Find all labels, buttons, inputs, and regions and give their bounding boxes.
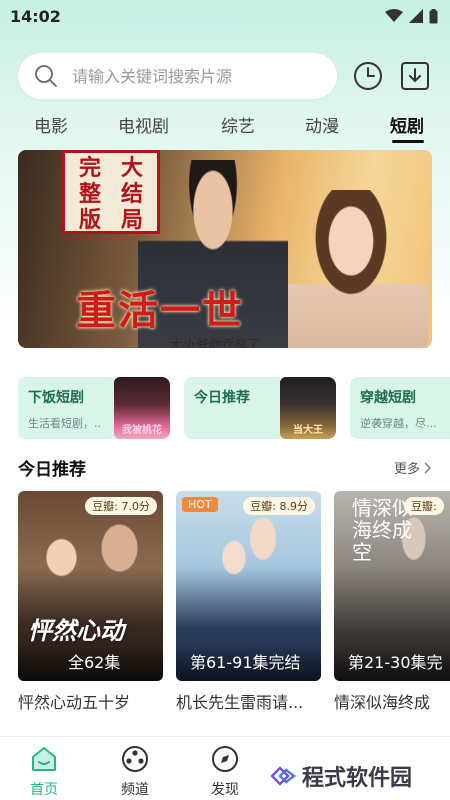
poster-overlay-title: 情深似海终成空 [352,496,412,564]
section-header: 今日推荐 更多 [18,455,432,480]
category-desc: 生活看短剧，.. [28,417,101,430]
tab-movie[interactable]: 电影 [34,112,68,137]
poster-overlay-title: 怦然心动 [28,616,124,645]
score-badge: 豆瓣: 7.0分 [85,497,157,515]
nav-label: 首页 [30,782,58,798]
hero-banner[interactable]: 完 整 版 大 结 局 重活一世 大小爷他乔疯了 [18,150,432,348]
category-title: 今日推荐 [194,390,250,406]
category-card-time-travel[interactable]: 穿越短剧 逆袭穿越，尽... [350,377,450,439]
nav-label: 频道 [121,782,149,798]
watermark: 程式软件园 [270,760,412,792]
poster-card[interactable]: HOT 豆瓣: 8.9分 第61-91集完结 机长先生雷雨请... [176,491,321,713]
chevron-right-icon [424,461,432,474]
nav-discover[interactable]: 发现 [195,745,255,799]
status-time: 14:02 [10,6,61,26]
nav-channel[interactable]: 频道 [105,745,165,799]
status-bar: 14:02 [0,0,450,32]
seal-char: 版 [78,207,101,233]
episode-count: 全62集 [68,653,121,672]
download-button[interactable] [399,60,431,92]
banner-seal: 完 整 版 大 结 局 [62,150,160,234]
watermark-logo-icon [270,766,296,786]
seal-char: 大 [120,155,143,181]
poster-card[interactable]: 豆瓣: 7.0分 怦然心动 全62集 怦然心动五十岁 [18,491,163,713]
category-thumbnail: 我被桃花 [114,377,170,439]
search-box[interactable] [18,53,337,99]
search-input[interactable] [72,66,312,86]
poster-caption: 全62集 [18,645,163,681]
nav-home[interactable]: 首页 [14,745,74,799]
clock-icon [354,62,382,90]
banner-subtitle: 大小爷他乔疯了 [168,338,260,348]
episode-count: 第61-91集完结 [190,653,301,672]
category-card-today[interactable]: 今日推荐 当大王 [184,377,336,439]
signal-icon [409,9,423,23]
poster-caption: 第21-30集完 [334,645,450,681]
hot-badge: HOT [182,497,218,512]
film-reel-icon [122,746,148,772]
watermark-text: 程式软件园 [302,766,413,791]
category-thumbnail: 当大王 [280,377,336,439]
category-title: 穿越短剧 [360,390,416,406]
history-button[interactable] [352,60,384,92]
category-desc: 逆袭穿越，尽... [360,417,437,430]
section-title: 今日推荐 [18,460,86,480]
thumbnail-title: 我被桃花 [122,425,162,436]
tab-variety[interactable]: 综艺 [221,112,255,137]
poster-image: 豆瓣: 7.0分 怦然心动 全62集 [18,491,163,681]
seal-char: 完 [78,155,101,181]
tab-anime[interactable]: 动漫 [305,112,339,137]
score-badge: 豆瓣: [404,497,444,515]
poster-caption: 第61-91集完结 [176,645,321,681]
battery-icon [429,8,438,23]
poster-title: 机长先生雷雨请... [176,693,304,712]
nav-label: 发现 [211,782,239,798]
poster-title: 怦然心动五十岁 [18,693,131,712]
category-cards: 下饭短剧 生活看短剧，.. 我被桃花 今日推荐 当大王 穿越短剧 逆袭穿越，尽.… [18,377,450,439]
poster-image: HOT 豆瓣: 8.9分 第61-91集完结 [176,491,321,681]
banner-title: 重活一世 [76,287,244,334]
poster-image: 情深似海终成空 豆瓣: 第21-30集完 [334,491,450,681]
seal-char: 结 [120,181,143,207]
search-icon [35,65,57,87]
search-row [18,53,438,99]
category-title: 下饭短剧 [28,390,84,406]
tab-tv[interactable]: 电视剧 [118,112,169,137]
episode-count: 第21-30集完 [348,653,443,672]
banner-actress-image [288,190,428,348]
thumbnail-title: 当大王 [293,425,323,436]
category-card-meal[interactable]: 下饭短剧 生活看短剧，.. 我被桃花 [18,377,170,439]
seal-char: 局 [120,207,143,233]
tab-short-drama[interactable]: 短剧 [390,112,424,137]
wifi-icon [385,9,403,22]
more-label: 更多 [393,462,420,477]
seal-char: 整 [78,181,101,207]
status-icons [385,8,438,24]
category-tabs: 电影 电视剧 综艺 动漫 短剧 [0,112,450,146]
poster-title: 情深似海终成 [334,693,431,712]
home-icon [32,747,56,771]
recommend-list: 豆瓣: 7.0分 怦然心动 全62集 怦然心动五十岁 HOT 豆瓣: 8.9分 … [18,491,450,721]
tab-active-indicator [392,140,424,143]
score-badge: 豆瓣: 8.9分 [243,497,315,515]
poster-card[interactable]: 情深似海终成空 豆瓣: 第21-30集完 情深似海终成 [334,491,450,713]
more-link[interactable]: 更多 [394,458,432,477]
compass-icon [212,746,238,772]
download-icon [401,62,429,90]
